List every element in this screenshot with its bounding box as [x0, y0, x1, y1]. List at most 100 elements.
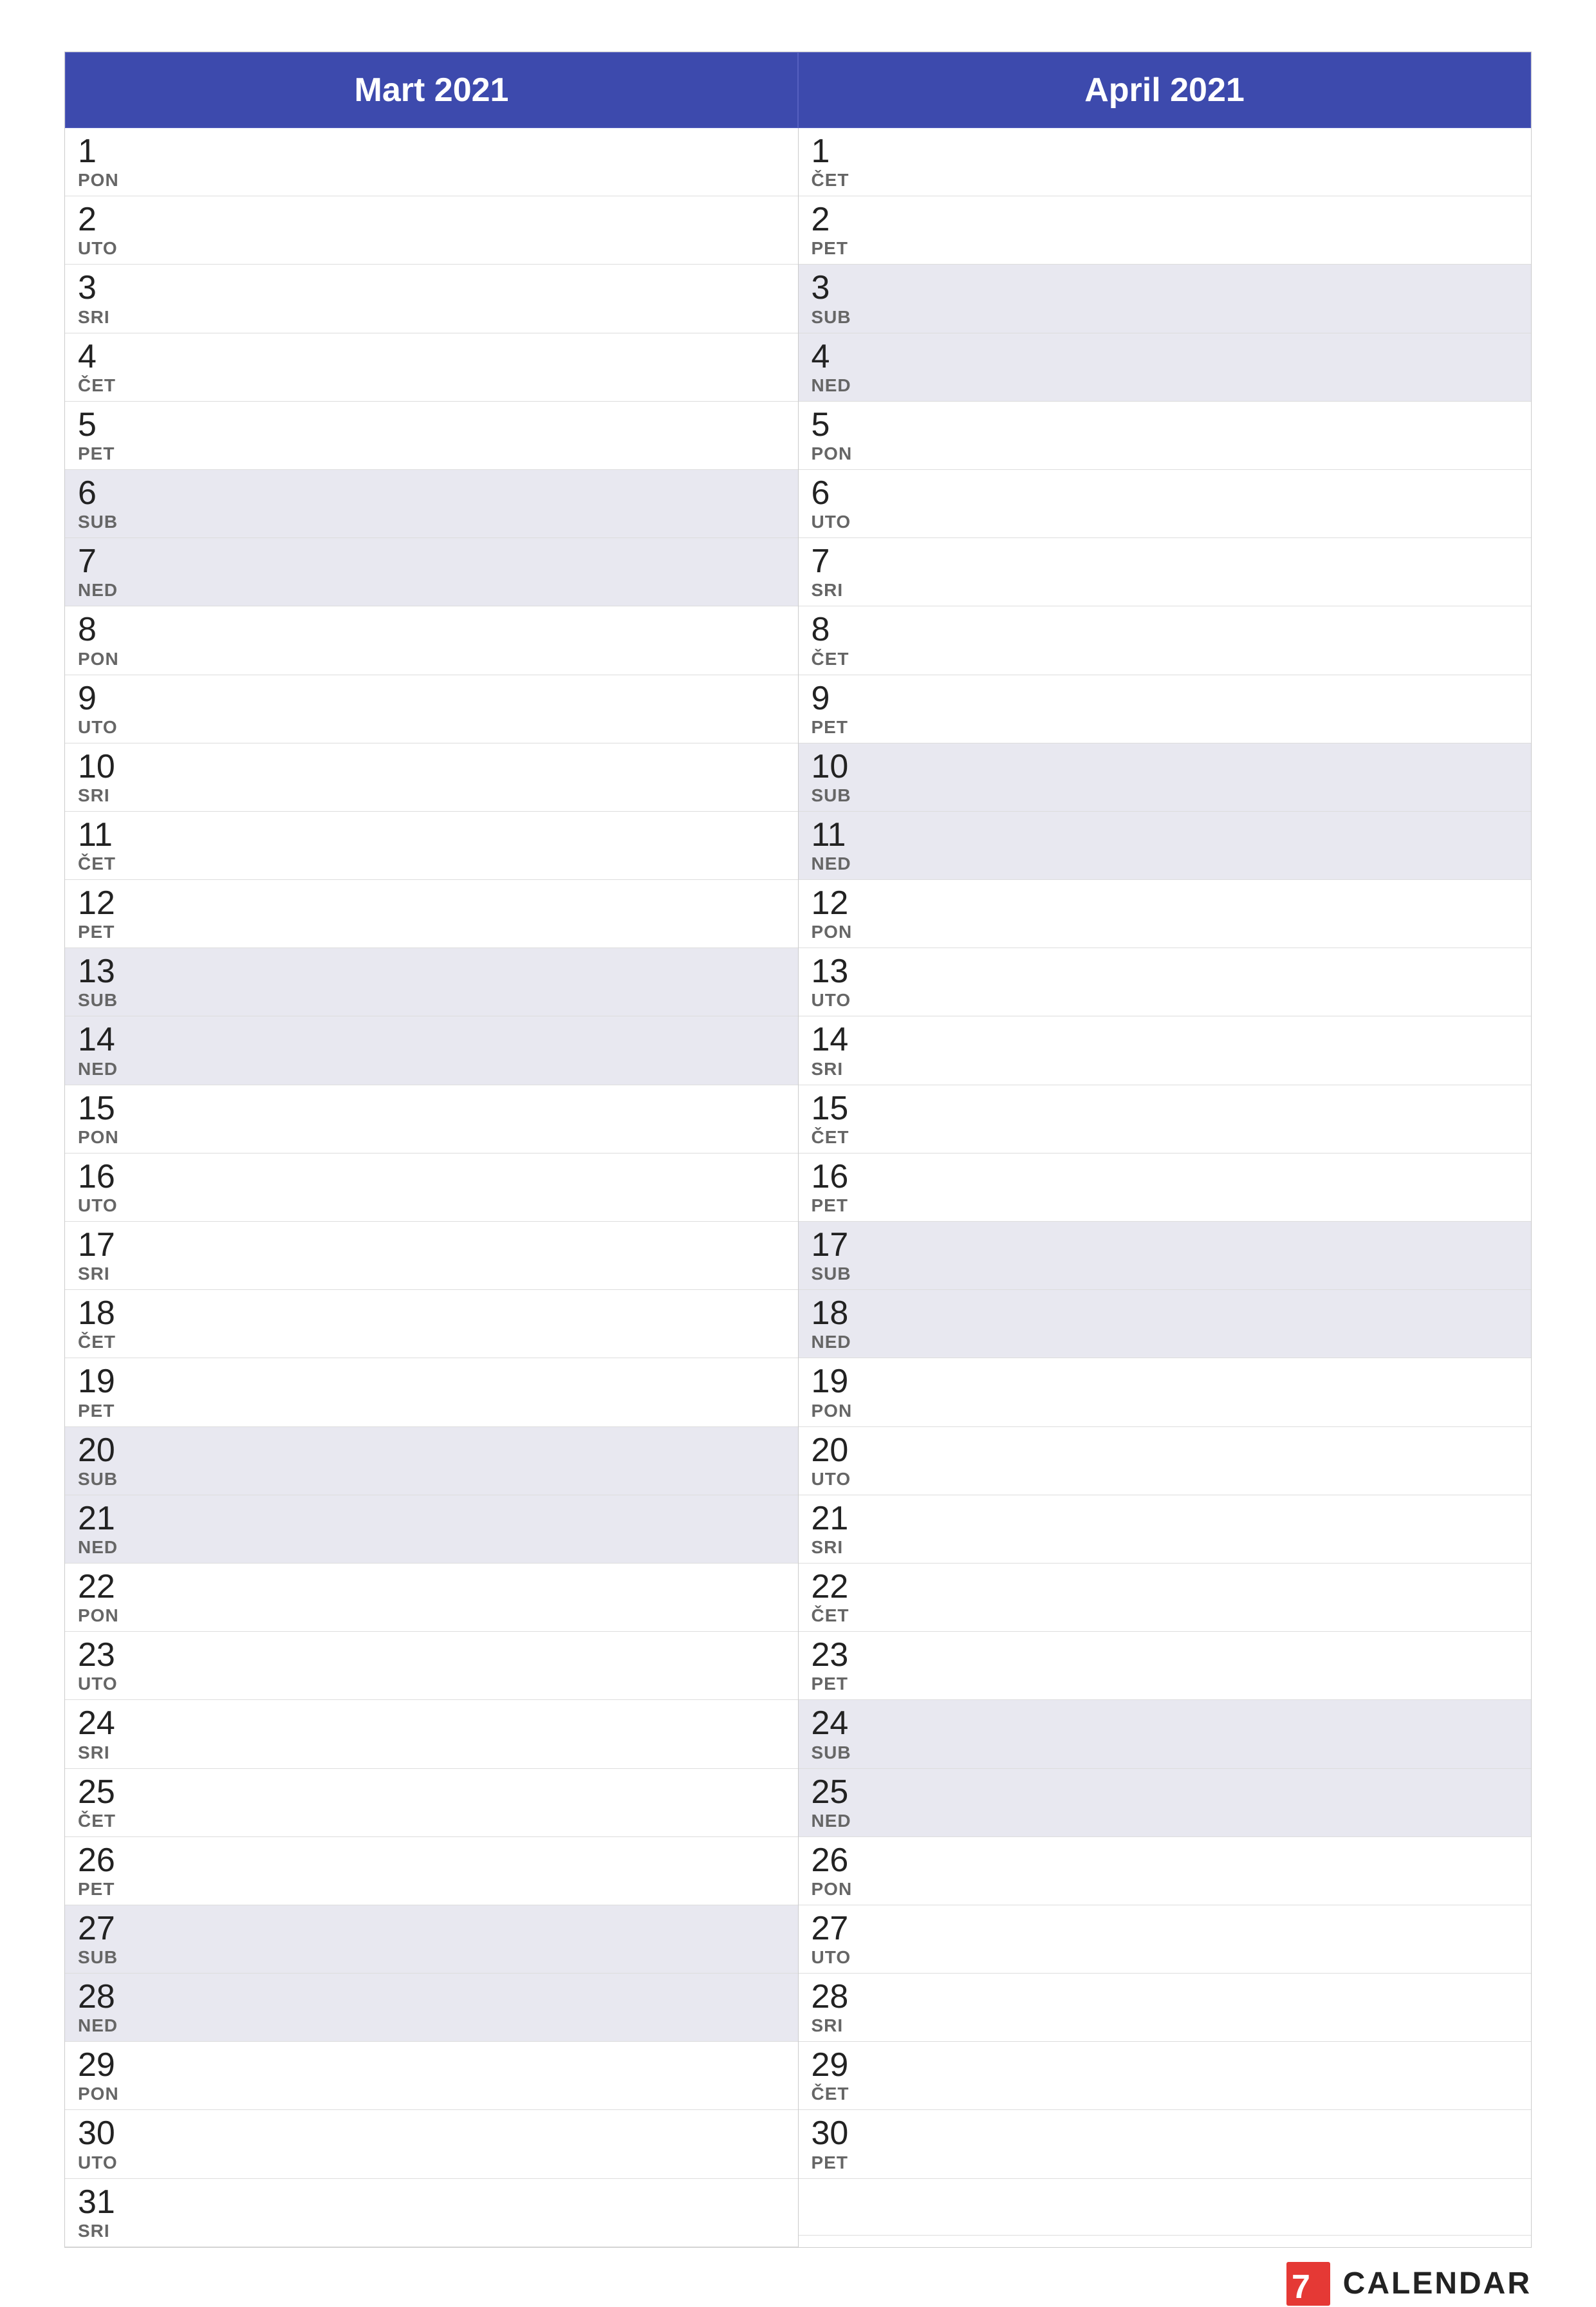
mart-day-row: 11 ČET — [65, 812, 798, 880]
april-day-num-12: 12 — [812, 885, 853, 922]
mart-day-name-19: PET — [78, 1401, 115, 1421]
mart-day-name-15: PON — [78, 1127, 119, 1148]
april-day-name-7: SRI — [812, 580, 844, 601]
april-day-num-24: 24 — [812, 1705, 851, 1742]
mart-day-num-1: 1 — [78, 133, 119, 170]
april-day-name-21: SRI — [812, 1537, 849, 1558]
mart-day-num-21: 21 — [78, 1500, 118, 1537]
mart-day-name-1: PON — [78, 170, 119, 191]
mart-day-num-11: 11 — [78, 817, 116, 854]
mart-day-num-9: 9 — [78, 680, 118, 717]
mart-day-name-8: PON — [78, 649, 119, 669]
april-day-cell-20: 20 UTO — [812, 1432, 851, 1490]
mart-day-name-17: SRI — [78, 1264, 115, 1284]
mart-day-num-4: 4 — [78, 339, 116, 375]
mart-day-num-18: 18 — [78, 1295, 116, 1332]
april-day-num-20: 20 — [812, 1432, 851, 1469]
april-day-row: 6 UTO — [799, 470, 1532, 538]
april-day-num-18: 18 — [812, 1295, 851, 1332]
mart-day-num-24: 24 — [78, 1705, 115, 1742]
april-day-num-2: 2 — [812, 201, 848, 238]
mart-day-name-24: SRI — [78, 1742, 115, 1763]
april-day-row: 20 UTO — [799, 1427, 1532, 1495]
april-day-name-12: PON — [812, 922, 853, 942]
april-day-cell-10: 10 SUB — [812, 749, 851, 806]
april-day-num-23: 23 — [812, 1637, 849, 1674]
mart-day-num-15: 15 — [78, 1090, 119, 1127]
mart-day-cell-30: 30 UTO — [78, 2115, 118, 2172]
april-day-cell-22: 22 ČET — [812, 1569, 849, 1626]
april-day-cell-16: 16 PET — [812, 1159, 849, 1216]
april-day-name-9: PET — [812, 717, 848, 738]
mart-day-num-28: 28 — [78, 1979, 118, 2015]
april-day-name-6: UTO — [812, 512, 851, 532]
april-day-cell-24: 24 SUB — [812, 1705, 851, 1762]
mart-day-row: 16 UTO — [65, 1154, 798, 1222]
mart-day-row: 26 PET — [65, 1837, 798, 1905]
april-day-row: 13 UTO — [799, 948, 1532, 1016]
april-day-num-10: 10 — [812, 749, 851, 785]
april-day-name-25: NED — [812, 1811, 851, 1831]
mart-day-row: 19 PET — [65, 1358, 798, 1426]
mart-day-cell-12: 12 PET — [78, 885, 115, 942]
april-day-name-16: PET — [812, 1195, 849, 1216]
mart-day-row: 1 PON — [65, 128, 798, 196]
april-day-name-11: NED — [812, 854, 851, 874]
april-day-num-27: 27 — [812, 1910, 851, 1947]
april-day-name-26: PON — [812, 1879, 853, 1900]
mart-day-row: 14 NED — [65, 1016, 798, 1085]
april-day-row: 11 NED — [799, 812, 1532, 880]
mart-day-num-6: 6 — [78, 475, 118, 512]
mart-day-cell-23: 23 UTO — [78, 1637, 118, 1694]
mart-day-name-21: NED — [78, 1537, 118, 1558]
april-day-row: 9 PET — [799, 675, 1532, 743]
mart-day-num-2: 2 — [78, 201, 118, 238]
april-day-cell-8: 8 ČET — [812, 612, 849, 669]
april-day-name-23: PET — [812, 1674, 849, 1694]
mart-day-num-17: 17 — [78, 1227, 115, 1264]
mart-day-name-9: UTO — [78, 717, 118, 738]
mart-day-name-26: PET — [78, 1879, 115, 1900]
mart-day-num-19: 19 — [78, 1363, 115, 1400]
april-day-cell-21: 21 SRI — [812, 1500, 849, 1558]
april-day-num-30: 30 — [812, 2115, 849, 2152]
april-day-cell-4: 4 NED — [812, 339, 851, 396]
mart-day-row: 17 SRI — [65, 1222, 798, 1290]
mart-day-num-20: 20 — [78, 1432, 118, 1469]
april-day-cell-5: 5 PON — [812, 407, 853, 464]
mart-day-cell-19: 19 PET — [78, 1363, 115, 1421]
april-day-name-29: ČET — [812, 2084, 849, 2104]
april-day-cell-11: 11 NED — [812, 817, 851, 874]
april-day-name-5: PON — [812, 444, 853, 464]
april-day-name-10: SUB — [812, 785, 851, 806]
mart-day-name-7: NED — [78, 580, 118, 601]
mart-day-name-27: SUB — [78, 1947, 118, 1968]
april-day-row: 24 SUB — [799, 1700, 1532, 1768]
mart-day-row: 20 SUB — [65, 1427, 798, 1495]
april-day-cell-18: 18 NED — [812, 1295, 851, 1352]
mart-day-cell-14: 14 NED — [78, 1022, 118, 1079]
april-day-num-17: 17 — [812, 1227, 851, 1264]
april-day-num-1: 1 — [812, 133, 849, 170]
april-day-name-15: ČET — [812, 1127, 849, 1148]
mart-day-num-13: 13 — [78, 953, 118, 990]
april-day-row: 21 SRI — [799, 1495, 1532, 1564]
mart-day-num-27: 27 — [78, 1910, 118, 1947]
april-day-num-8: 8 — [812, 612, 849, 648]
april-day-num-14: 14 — [812, 1022, 849, 1058]
april-day-cell-15: 15 ČET — [812, 1090, 849, 1148]
mart-day-cell-2: 2 UTO — [78, 201, 118, 259]
april-day-cell-27: 27 UTO — [812, 1910, 851, 1968]
mart-day-cell-27: 27 SUB — [78, 1910, 118, 1968]
mart-day-name-10: SRI — [78, 785, 115, 806]
mart-day-name-31: SRI — [78, 2221, 115, 2241]
mart-day-row: 22 PON — [65, 1564, 798, 1632]
april-day-num-22: 22 — [812, 1569, 849, 1605]
mart-day-name-2: UTO — [78, 238, 118, 259]
april-day-row: 2 PET — [799, 196, 1532, 265]
mart-day-cell-28: 28 NED — [78, 1979, 118, 2036]
april-day-num-15: 15 — [812, 1090, 849, 1127]
april-day-num-4: 4 — [812, 339, 851, 375]
april-day-name-1: ČET — [812, 170, 849, 191]
april-day-name-2: PET — [812, 238, 848, 259]
